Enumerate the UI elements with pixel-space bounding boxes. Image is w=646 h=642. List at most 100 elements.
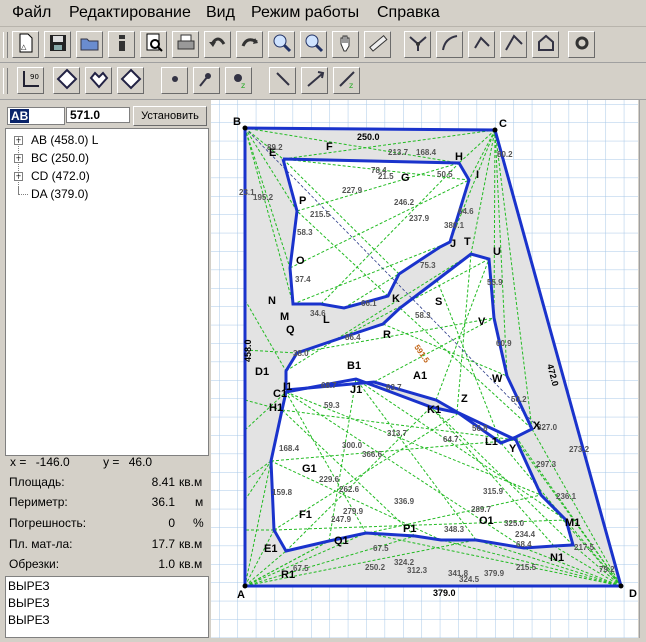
cuts-list[interactable]: ВЫРЕЗ ВЫРЕЗ ВЫРЕЗ [5,576,209,638]
corner-node[interactable] [242,583,248,589]
diamond-select-button[interactable] [53,67,80,94]
point-add-button[interactable] [161,67,188,94]
point-move-button[interactable] [193,67,220,94]
svg-text:z: z [349,81,353,90]
point-label: G [401,172,410,184]
toolbar-grip[interactable] [3,68,8,94]
new-file-button[interactable]: △ [12,31,39,58]
new-file-icon: △ [15,32,37,57]
set-button[interactable]: Установить [133,106,207,126]
corner-node[interactable] [242,125,248,131]
menu-help[interactable]: Справка [377,4,440,22]
point-label: V [478,316,486,328]
point-delete-button[interactable]: z [225,67,252,94]
line-delete-button[interactable]: z [333,67,360,94]
dimension-label: 56.8 [472,424,488,433]
rotate-tool-button[interactable] [468,31,495,58]
print-icon [175,32,197,57]
dimension-label: 67.5 [373,544,389,553]
list-item[interactable]: ВЫРЕЗ [8,579,50,593]
dimension-label: 168.4 [416,148,437,157]
dimension-label: 64.7 [443,435,459,444]
mirror-tool-button[interactable] [500,31,527,58]
print-button[interactable] [172,31,199,58]
menu-view[interactable]: Вид [206,4,235,22]
point-add-icon [164,68,186,93]
undo-icon [207,32,229,57]
point-label: G1 [302,463,317,475]
print-preview-button[interactable] [140,31,167,58]
ruler-button[interactable] [364,31,391,58]
point-label: O [296,255,305,267]
coord-x: -146.0 [35,455,70,469]
point-label: Z [461,393,468,405]
side-name-field[interactable]: AB [7,107,65,125]
dimension-label: 58.3 [297,228,313,237]
tree-item-bc[interactable]: + BC (250.0) [6,150,206,166]
vertical-scrollbar[interactable] [639,100,646,638]
redo-button[interactable] [236,31,263,58]
dimension-label: 67.5 [293,564,309,573]
zoom-out-button[interactable] [300,31,327,58]
settings-icon [571,32,593,57]
dimension-label: 227.9 [342,186,363,195]
dimension-label: 379.9 [484,569,505,578]
point-label: Q1 [334,535,349,547]
zoom-in-button[interactable] [268,31,295,58]
ruler-icon [367,32,389,57]
dimension-label: 250.2 [365,563,386,572]
line-move-icon [304,68,326,93]
corner-node[interactable] [618,583,624,589]
stat-perimeter: Периметр: 36.1 м [9,495,204,509]
point-label: Y [509,443,517,455]
curve-tool-icon [439,32,461,57]
scale-tool-button[interactable] [532,31,559,58]
line-add-button[interactable] [269,67,296,94]
side-length-input[interactable]: 571.0 [66,107,130,123]
dimension-label: 50.2 [511,395,527,404]
point-label: I [476,169,479,181]
tree-item-ab[interactable]: + AB (458.0) L [6,132,206,148]
toolbar-grip[interactable] [3,32,8,58]
settings-button[interactable] [568,31,595,58]
info-button[interactable] [108,31,135,58]
menu-edit[interactable]: Редактирование [69,4,191,22]
open-folder-button[interactable] [76,31,103,58]
tree-item-da[interactable]: DA (379.0) [6,186,206,202]
dimension-label: 213.7 [388,148,409,157]
sides-tree[interactable]: + AB (458.0) L + BC (250.0) + CD (472.0)… [5,128,209,456]
point-label: H1 [269,402,283,414]
node-tool-button[interactable] [404,31,431,58]
list-item[interactable]: ВЫРЕЗ [8,596,50,610]
corner-node[interactable] [492,127,498,133]
dimension-label: 229.6 [319,475,340,484]
dimension-label: 297.3 [536,460,557,469]
dimension-label: 300.0 [342,441,363,450]
menu-file[interactable]: Файл [12,4,51,22]
diamond-rotate-button[interactable] [117,67,144,94]
diamond-rotate-icon [120,68,142,93]
curve-tool-button[interactable] [436,31,463,58]
dimension-label: 58.3 [415,311,431,320]
corner-label-c: C [499,118,507,130]
angle-90-button[interactable]: 90 [17,67,44,94]
ceiling-plan[interactable]: 227.9215.558.337.434.666.175.358.386.438… [211,100,638,638]
side-name-value: AB [10,109,30,123]
drawing-canvas[interactable]: 227.9 215.5 58.3 37.4 34.6 66.1 75.3 58.3 86.4 38… [211,100,638,638]
line-move-button[interactable] [301,67,328,94]
pan-hand-icon [335,32,357,57]
mirror-tool-icon [503,32,525,57]
dimension-label: 63.7 [386,383,402,392]
heart-shape-button[interactable] [85,67,112,94]
point-label: J [450,238,456,250]
pan-hand-button[interactable] [332,31,359,58]
list-item[interactable]: ВЫРЕЗ [8,613,50,627]
undo-button[interactable] [204,31,231,58]
tree-item-cd[interactable]: + CD (472.0) [6,168,206,184]
stat-area: Площадь: 8.41 кв.м [9,475,203,489]
menu-mode[interactable]: Режим работы [251,4,359,22]
point-label: U [493,246,501,258]
save-button[interactable] [44,31,71,58]
dimension-label: 325.0 [504,519,525,528]
dimension-label: 336.9 [394,497,415,506]
